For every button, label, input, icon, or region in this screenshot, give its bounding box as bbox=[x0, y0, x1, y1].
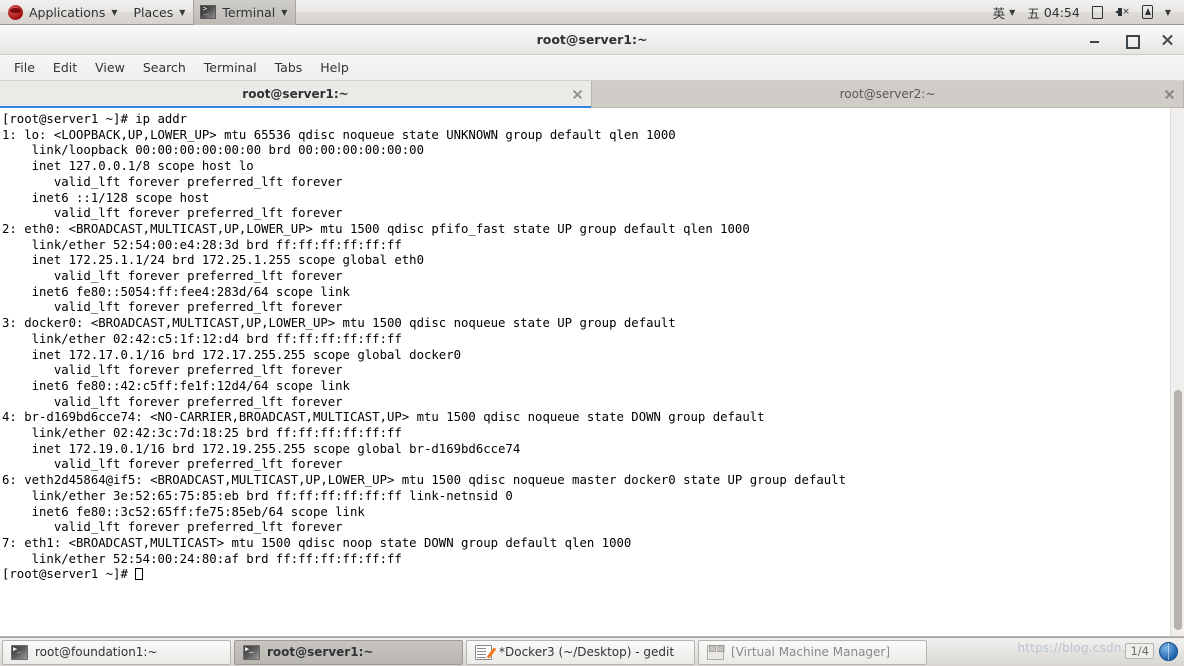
document-indicator[interactable] bbox=[1087, 0, 1108, 25]
terminal-window: root@server1:~ File Edit View Search Ter… bbox=[0, 25, 1184, 637]
tab-bar: root@server1:~ root@server2:~ bbox=[0, 81, 1184, 108]
places-menu[interactable]: Places ▼ bbox=[126, 0, 194, 25]
minimize-button[interactable] bbox=[1088, 33, 1102, 47]
tab-close-icon[interactable] bbox=[572, 89, 583, 100]
window-controls bbox=[1088, 25, 1174, 55]
tab-root-server2[interactable]: root@server2:~ bbox=[592, 81, 1184, 107]
chevron-down-icon: ▼ bbox=[281, 8, 288, 17]
tab-label: root@server1:~ bbox=[242, 87, 349, 101]
chevron-down-icon: ▼ bbox=[1009, 8, 1016, 17]
shell-command: ip addr bbox=[135, 112, 188, 126]
speaker-muted-icon: × bbox=[1114, 6, 1130, 19]
window-title: root@server1:~ bbox=[536, 32, 648, 47]
input-method-label: 英 bbox=[992, 5, 1006, 21]
menu-terminal[interactable]: Terminal bbox=[196, 58, 265, 77]
chevron-down-icon: ▼ bbox=[179, 8, 186, 17]
vmm-icon bbox=[707, 644, 725, 660]
workspace-switcher-icon[interactable] bbox=[1159, 642, 1178, 661]
chevron-down-icon: ▼ bbox=[1164, 8, 1171, 17]
battery-icon bbox=[1141, 5, 1153, 19]
applications-menu-label: Applications bbox=[29, 4, 106, 20]
task-root-foundation1[interactable]: root@foundation1:~ bbox=[2, 639, 231, 665]
task-root-server1[interactable]: root@server1:~ bbox=[234, 639, 463, 665]
task-label: [Virtual Machine Manager] bbox=[731, 645, 891, 659]
tab-close-icon[interactable] bbox=[1164, 89, 1175, 100]
shell-prompt-final: [root@server1 ~]# bbox=[2, 567, 136, 582]
terminal-icon bbox=[200, 4, 217, 19]
menu-file[interactable]: File bbox=[6, 58, 43, 77]
terminal-prompt-line: [root@server1 ~]# ip addr bbox=[2, 112, 187, 126]
battery-indicator[interactable] bbox=[1137, 0, 1158, 25]
panel-status-area: 英 ▼ 五 04:54 × ▼ bbox=[988, 0, 1184, 25]
redhat-logo-icon bbox=[8, 4, 23, 20]
menu-view[interactable]: View bbox=[87, 58, 133, 77]
places-menu-label: Places bbox=[133, 4, 174, 20]
menu-edit[interactable]: Edit bbox=[45, 58, 85, 77]
tab-label: root@server2:~ bbox=[839, 87, 936, 101]
terminal-body[interactable]: [root@server1 ~]# ip addr 1: lo: <LOOPBA… bbox=[0, 108, 1184, 636]
terminal-icon bbox=[243, 644, 260, 660]
window-menu-terminal[interactable]: Terminal ▼ bbox=[193, 0, 297, 25]
clock-label: 04:54 bbox=[1043, 4, 1080, 20]
scrollbar-thumb[interactable] bbox=[1174, 390, 1182, 630]
system-menu-button[interactable]: ▼ bbox=[1160, 0, 1176, 25]
chevron-down-icon: ▼ bbox=[111, 8, 118, 17]
menu-tabs[interactable]: Tabs bbox=[267, 58, 311, 77]
applications-menu[interactable]: Applications ▼ bbox=[0, 0, 126, 25]
top-panel: Applications ▼ Places ▼ Terminal ▼ 英 ▼ 五… bbox=[0, 0, 1184, 25]
task-label: *Docker3 (~/Desktop) - gedit bbox=[499, 645, 675, 659]
menubar: File Edit View Search Terminal Tabs Help bbox=[0, 55, 1184, 81]
task-docker3-gedit[interactable]: *Docker3 (~/Desktop) - gedit bbox=[466, 639, 695, 665]
tab-root-server1[interactable]: root@server1:~ bbox=[0, 81, 592, 108]
menu-help[interactable]: Help bbox=[312, 58, 357, 77]
task-label: root@foundation1:~ bbox=[35, 645, 158, 659]
close-button[interactable] bbox=[1160, 33, 1174, 47]
menu-search[interactable]: Search bbox=[135, 58, 194, 77]
terminal-scrollbar[interactable] bbox=[1170, 108, 1184, 636]
terminal-output[interactable]: [root@server1 ~]# ip addr 1: lo: <LOOPBA… bbox=[0, 108, 1170, 636]
text-cursor bbox=[135, 568, 143, 581]
document-icon bbox=[1091, 5, 1103, 19]
clock-area[interactable]: 五 04:54 bbox=[1022, 0, 1085, 25]
shell-prompt: [root@server1 ~]# bbox=[2, 112, 136, 126]
volume-indicator[interactable]: × bbox=[1110, 0, 1135, 25]
terminal-output-text: 1: lo: <LOOPBACK,UP,LOWER_UP> mtu 65536 … bbox=[2, 127, 846, 566]
terminal-icon bbox=[11, 644, 28, 660]
gedit-icon bbox=[475, 644, 492, 660]
taskbar: root@foundation1:~ root@server1:~ *Docke… bbox=[0, 637, 1184, 666]
task-virtual-machine-manager[interactable]: [Virtual Machine Manager] bbox=[698, 639, 927, 665]
window-titlebar[interactable]: root@server1:~ bbox=[0, 25, 1184, 55]
window-menu-label: Terminal bbox=[222, 4, 276, 20]
input-method-indicator[interactable]: 英 ▼ bbox=[988, 0, 1021, 25]
day-label: 五 bbox=[1027, 5, 1040, 21]
workspace-indicator[interactable]: 1/4 bbox=[1125, 643, 1154, 659]
maximize-button[interactable] bbox=[1124, 33, 1140, 49]
task-label: root@server1:~ bbox=[267, 645, 374, 659]
